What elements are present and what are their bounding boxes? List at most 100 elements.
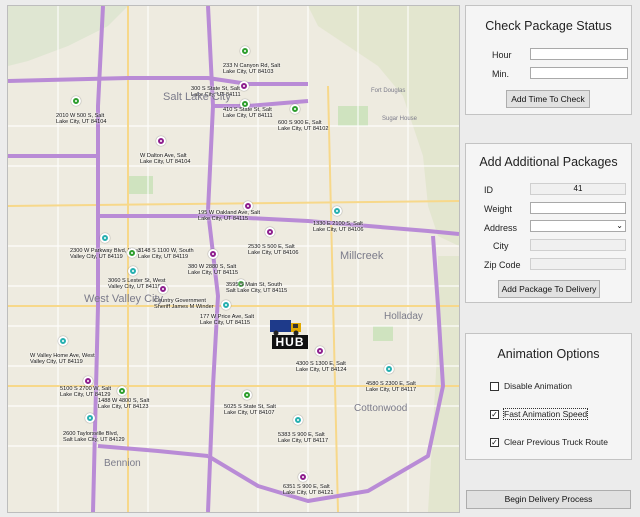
delivery-address-label: 233 N Canyon Rd, Salt Lake City, UT 84103	[223, 63, 280, 76]
delivery-address-label: 3595 S Main St, South Salt Lake City, UT …	[226, 282, 287, 295]
animation-title: Animation Options	[497, 347, 600, 361]
animation-option-checkbox[interactable]	[490, 382, 499, 391]
animation-option-label[interactable]: Clear Previous Truck Route	[504, 437, 608, 447]
address-line: Salt Lake City, UT 84115	[226, 288, 288, 295]
add-time-button[interactable]: Add Time To Check	[506, 90, 590, 108]
hub-label: HUB	[272, 335, 308, 349]
delivery-marker	[127, 248, 137, 258]
address-line: Lake City, UT 84103	[223, 69, 274, 76]
city-field	[530, 239, 626, 251]
delivery-marker	[298, 472, 308, 482]
delivery-marker	[293, 415, 303, 425]
address-line: Lake City, UT 84117	[278, 438, 329, 445]
delivery-address-label: 177 W Price Ave, Salt Lake City, UT 84115	[200, 314, 254, 327]
add-packages-panel: Add Additional Packages ID 41 Weight Add…	[465, 143, 632, 303]
add-packages-title: Add Additional Packages	[479, 155, 618, 169]
delivery-marker	[85, 413, 95, 423]
delivery-marker	[83, 376, 93, 386]
delivery-address-label: 5100 S 2700 W, Salt Lake City, UT 84129	[60, 386, 111, 399]
address-line: Lake City, UT 84106	[248, 250, 299, 257]
delivery-address-label: 600 S 900 E, Salt Lake City, UT 84102	[278, 120, 328, 133]
address-line: Lake City, UT 84104	[56, 119, 107, 126]
id-field: 41	[530, 183, 626, 195]
delivery-address-label: 5025 S State St, Salt Lake City, UT 84107	[224, 404, 276, 417]
address-line: Lake City, UT 84107	[224, 410, 275, 417]
delivery-address-label: 3060 S Lester St, West Valley City, UT 84…	[108, 278, 165, 291]
animation-option-checkbox[interactable]: ✓	[490, 410, 499, 419]
hour-input[interactable]	[530, 48, 628, 60]
delivery-address-label: 4300 S 1300 E, Salt Lake City, UT 84124	[296, 361, 346, 374]
address-line: Lake City, UT 84115	[188, 270, 239, 277]
hub-marker: HUB	[270, 319, 310, 353]
address-line: Valley City, UT 84119	[30, 359, 83, 366]
delivery-marker	[208, 249, 218, 259]
delivery-marker	[290, 104, 300, 114]
address-line: Lake City, UT 84104	[140, 159, 191, 166]
delivery-address-label: 2010 W 500 S, Salt Lake City, UT 84104	[56, 113, 106, 126]
address-line: Lake City, UT 84119	[138, 254, 189, 261]
delivery-marker	[156, 136, 166, 146]
delivery-marker	[240, 46, 250, 56]
delivery-address-label: 2600 Taylorsville Blvd, Salt Lake City, U…	[63, 431, 125, 444]
address-label: Address	[484, 223, 518, 233]
address-line: Lake City, UT 84123	[98, 404, 149, 411]
check-status-panel: Check Package Status Hour Min. Add Time …	[465, 5, 632, 115]
delivery-address-label: W Valley Home Ave, West Valley City, UT 8…	[30, 353, 95, 366]
address-line: Lake City, UT 84115	[200, 320, 251, 327]
address-line: Lake City, UT 84106	[313, 227, 364, 234]
delivery-address-label: 410 S State St, Salt Lake City, UT 84111	[223, 107, 273, 120]
delivery-address-label: 2530 S 500 E, Salt Lake City, UT 84106	[248, 244, 298, 257]
map-area-label: Bennion	[104, 458, 141, 469]
zip-field	[530, 258, 626, 270]
animation-option-checkbox[interactable]: ✓	[490, 438, 499, 447]
delivery-marker	[58, 336, 68, 346]
weight-label: Weight	[484, 204, 512, 214]
map-area-label: Millcreek	[340, 250, 384, 262]
animation-option-label[interactable]: Fast Animation Speed	[502, 408, 589, 420]
add-package-button[interactable]: Add Package To Delivery	[498, 280, 600, 298]
delivery-marker	[265, 227, 275, 237]
map-area-label: Sugar House	[382, 116, 418, 122]
chevron-down-icon: ⌄	[616, 221, 623, 230]
animation-option-label[interactable]: Disable Animation	[504, 381, 572, 391]
delivery-marker	[117, 386, 127, 396]
delivery-address-label: 380 W 2880 S, Salt Lake City, UT 84115	[188, 264, 238, 277]
truck-icon	[270, 320, 301, 336]
address-select[interactable]: ⌄	[530, 220, 626, 232]
min-input[interactable]	[530, 67, 628, 79]
map-area-label: Cottonwood	[354, 403, 408, 414]
address-line: Sheriff James M Winder	[154, 304, 214, 311]
address-line: Lake City, UT 84111	[223, 113, 273, 120]
delivery-address-label: 6351 S 900 E, Salt Lake City, UT 84121	[283, 484, 333, 497]
check-status-title: Check Package Status	[485, 19, 612, 33]
delivery-marker	[71, 96, 81, 106]
id-label: ID	[484, 185, 493, 195]
begin-delivery-button[interactable]: Begin Delivery Process	[466, 490, 631, 509]
address-line: Lake City, UT 84121	[283, 490, 334, 497]
zip-label: Zip Code	[484, 260, 521, 270]
map-area-label: Holladay	[384, 311, 423, 322]
delivery-address-label: W Dalton Ave, Salt Lake City, UT 84104	[140, 153, 190, 166]
delivery-address-label: 3148 S 1100 W, South Lake City, UT 84119	[138, 248, 194, 261]
min-label: Min.	[492, 69, 510, 79]
map-area-label: Fort Douglas	[371, 88, 406, 94]
map-area-label: Salt Lake City	[163, 91, 231, 103]
delivery-marker	[221, 300, 231, 310]
delivery-address-label: 1488 W 4800 S, Salt Lake City, UT 84123	[98, 398, 149, 411]
animation-panel: Animation Options Disable Animation ✓ Fast…	[465, 333, 632, 460]
delivery-marker	[100, 233, 110, 243]
delivery-address-label: 5383 S 900 E, Salt Lake City, UT 84117	[278, 432, 328, 445]
weight-input[interactable]	[530, 202, 626, 214]
city-label: City	[493, 241, 509, 251]
delivery-marker	[384, 364, 394, 374]
address-line: Salt Lake City, UT 84129	[63, 437, 125, 444]
address-line: Lake City, UT 84124	[296, 367, 347, 374]
delivery-address-label: 195 W Oakland Ave, Salt Lake City, UT 841…	[198, 210, 260, 223]
map-area-label: West Valley City	[84, 293, 164, 305]
hour-label: Hour	[492, 50, 512, 60]
address-line: Lake City, UT 84117	[366, 387, 417, 394]
delivery-marker	[332, 206, 342, 216]
delivery-marker	[128, 266, 138, 276]
delivery-marker	[315, 346, 325, 356]
address-line: Valley City, UT 84119	[108, 284, 161, 291]
